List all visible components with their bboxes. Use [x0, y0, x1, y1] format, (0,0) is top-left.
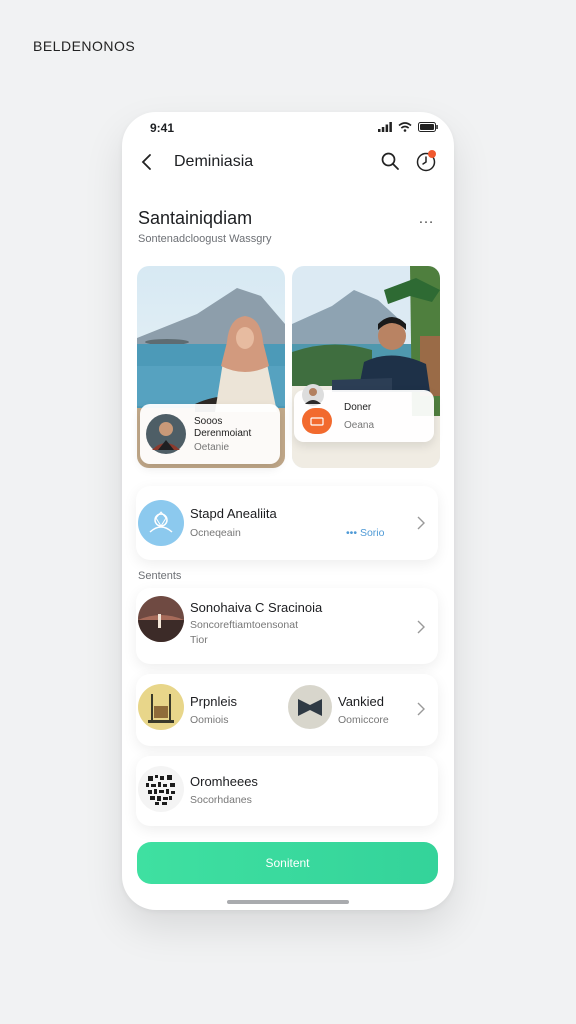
- avatar: [302, 384, 324, 406]
- phone-frame: 9:41 Deminiasia Santainiqdiam Sontenadcl…: [122, 112, 454, 910]
- photo-card-info: Sooos Derenmoiant Oetanie: [140, 404, 280, 464]
- event-card[interactable]: Sonohaiva C Sracinoia Soncoreftiamtoenso…: [136, 588, 438, 664]
- status-icons: [378, 122, 438, 132]
- profile-card[interactable]: Stapd Anealiita Ocneqeain ••• Sorio: [136, 486, 438, 560]
- section-label: Sentents: [138, 570, 182, 582]
- nav-title: Deminiasia: [174, 153, 254, 170]
- back-arrow-icon[interactable]: [138, 152, 158, 172]
- status-time: 9:41: [150, 121, 175, 135]
- pair-right-subtitle: Oomiccore: [338, 714, 389, 726]
- section-subtitle: Sontenadcloogust Wassgry: [138, 233, 272, 245]
- primary-action-button[interactable]: Sonitent: [137, 842, 438, 884]
- avatar: [146, 414, 186, 454]
- primary-action-label: Sonitent: [265, 856, 310, 870]
- home-indicator: [227, 900, 349, 904]
- code-card[interactable]: Oromheees Socorhdanes: [136, 756, 438, 826]
- event-subtitle: Soncoreftiamtoensonat: [190, 619, 298, 631]
- brand-name: BELDENONOS: [33, 38, 136, 54]
- pair-left-subtitle: Oomiois: [190, 714, 229, 726]
- signal-icon: [378, 122, 392, 132]
- chevron-right-icon: [417, 620, 425, 634]
- card-subtitle: Oeana: [344, 420, 375, 431]
- bowtie-thumbnail: [288, 685, 332, 729]
- code-subtitle: Socorhdanes: [190, 794, 252, 806]
- swing-thumbnail: [138, 684, 184, 730]
- chevron-right-icon: [417, 702, 425, 716]
- orange-tag-icon: [302, 408, 332, 434]
- section-title: Santainiqdiam: [138, 208, 253, 228]
- profile-subtitle: Ocneqeain: [190, 527, 241, 539]
- wifi-icon: [398, 122, 412, 132]
- qr-code-icon: [138, 766, 184, 812]
- card-subtitle: Oetanie: [194, 442, 230, 453]
- battery-icon: [418, 122, 438, 132]
- search-icon[interactable]: [380, 151, 400, 171]
- card-name: Sooos Derenmoiant: [194, 416, 252, 439]
- more-options-button[interactable]: …: [418, 210, 435, 228]
- event-thumbnail: [138, 596, 184, 642]
- photo-card-info: Doner Oeana: [294, 384, 434, 442]
- code-title: Oromheees: [190, 774, 258, 789]
- profile-name: Stapd Anealiita: [190, 506, 277, 521]
- card-name: Doner: [344, 402, 372, 413]
- notification-badge: [428, 150, 436, 158]
- pair-card[interactable]: Prpnleis Oomiois Vankied Oomiccore: [136, 674, 438, 746]
- pair-left-title: Prpnleis: [190, 694, 237, 709]
- profile-link[interactable]: ••• Sorio: [346, 527, 384, 539]
- chevron-right-icon: [417, 516, 425, 530]
- event-detail: Tior: [190, 634, 208, 646]
- user-avatar-icon: [138, 500, 184, 546]
- event-title: Sonohaiva C Sracinoia: [190, 600, 323, 615]
- pair-right-title: Vankied: [338, 694, 385, 709]
